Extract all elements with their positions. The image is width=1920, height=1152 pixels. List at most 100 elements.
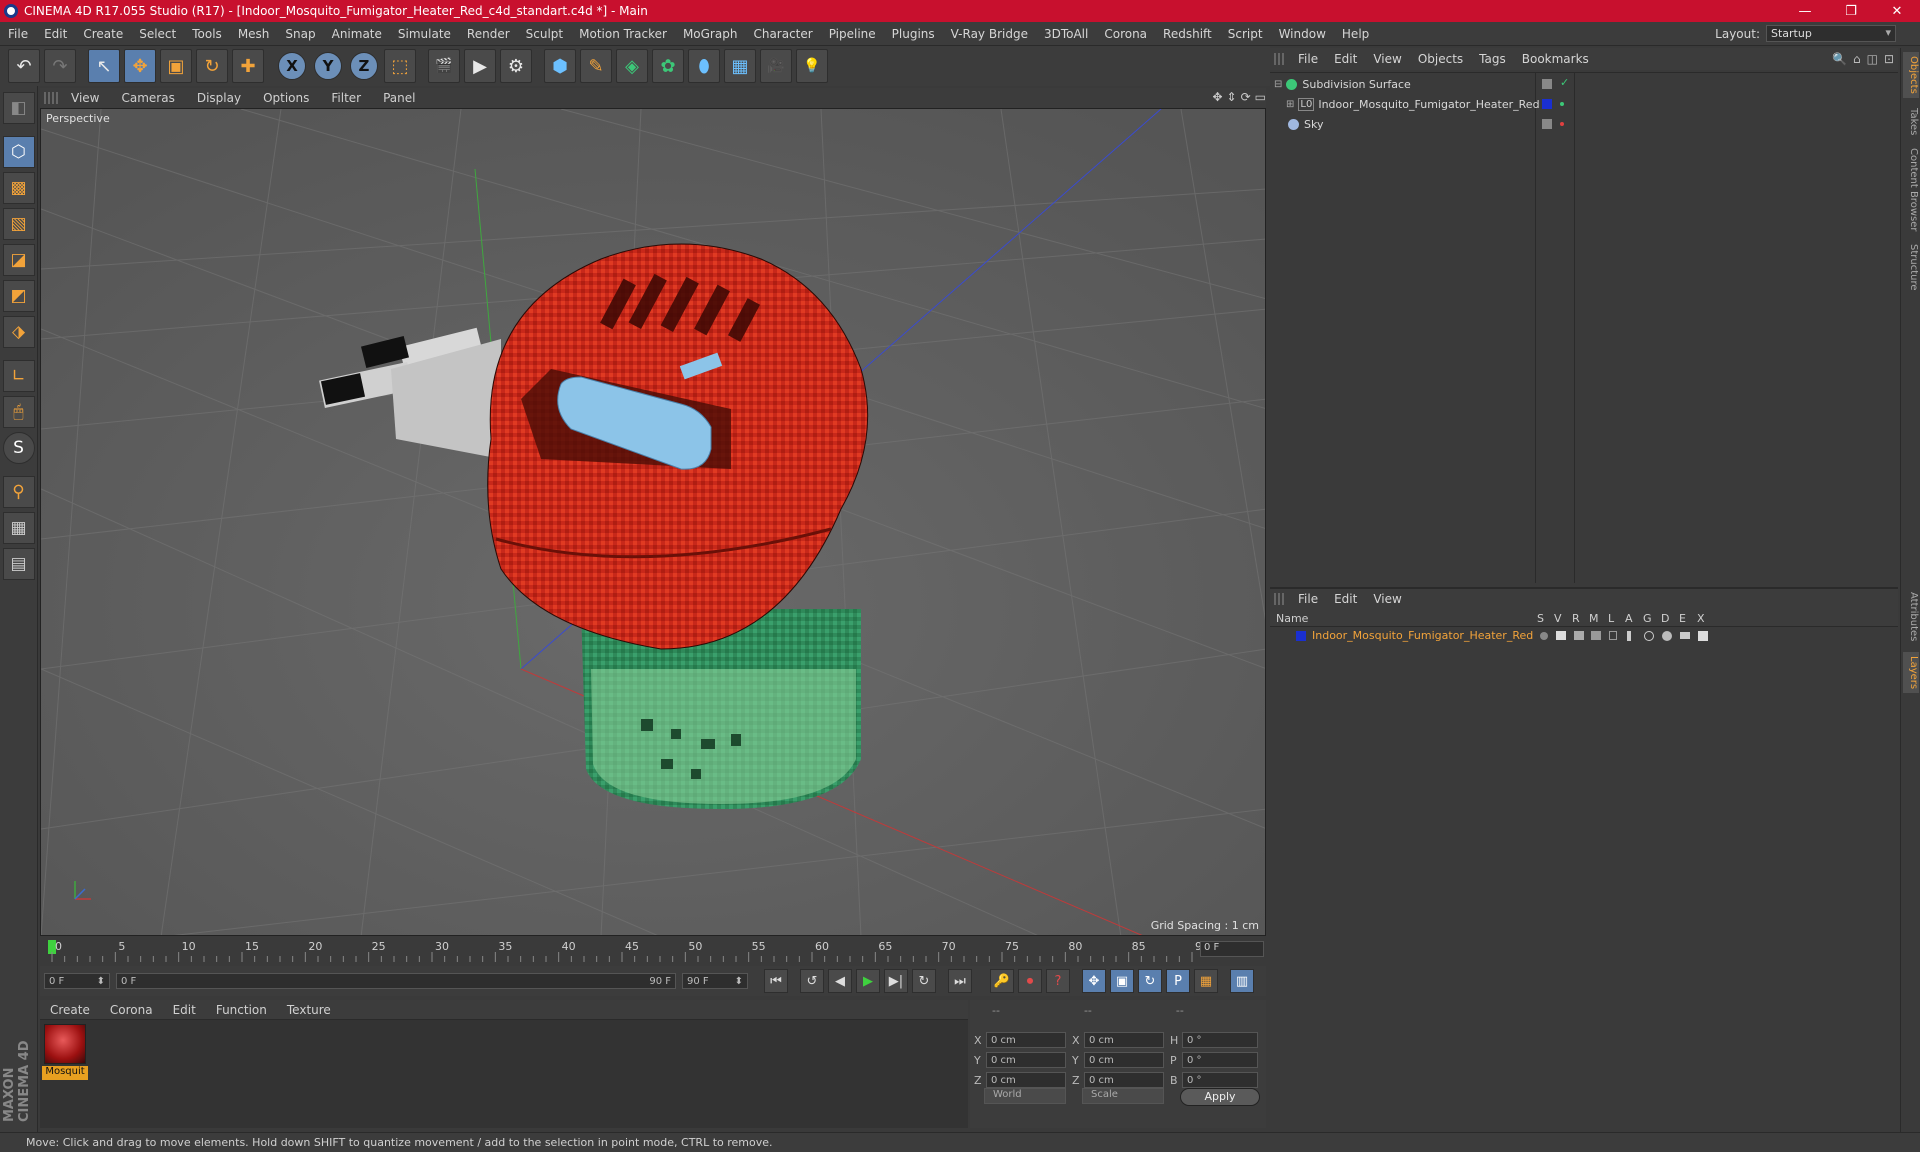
axis-mode-icon[interactable]: ∟	[2, 360, 35, 392]
toggle-view-icon[interactable]: ▭	[1255, 90, 1266, 104]
next-key-icon[interactable]: ↻	[912, 969, 936, 993]
expressions-toggle-icon[interactable]	[1680, 632, 1690, 639]
enabled-dot-icon[interactable]	[1560, 102, 1564, 106]
tab-content-browser[interactable]: Content Browser	[1903, 144, 1919, 235]
record-keys-icon[interactable]: ⏺	[1018, 969, 1042, 993]
menu-mograph[interactable]: MoGraph	[675, 27, 746, 41]
tab-objects[interactable]: Objects	[1903, 52, 1919, 98]
position-x-field[interactable]: 0 cm	[986, 1032, 1066, 1048]
light-icon[interactable]: 💡	[796, 49, 828, 83]
view-toggle-icon[interactable]	[1556, 631, 1566, 640]
floor-icon[interactable]: ▦	[724, 49, 756, 83]
layer-color-icon[interactable]	[1542, 99, 1552, 109]
collapse-icon[interactable]: ⊟	[1274, 79, 1282, 90]
move-tool-icon[interactable]: ✥	[124, 49, 156, 83]
viewport-menu-filter[interactable]: Filter	[320, 91, 372, 105]
menu-corona[interactable]: Corona	[1096, 27, 1155, 41]
end-frame-field[interactable]: 90 F ⬍	[682, 973, 748, 989]
cube-primitive-icon[interactable]: ⬢	[544, 49, 576, 83]
search-icon[interactable]: 🔍	[1832, 52, 1847, 66]
key-scale-icon[interactable]: ▣	[1110, 969, 1134, 993]
viewport-grip[interactable]	[44, 92, 60, 104]
size-x-field[interactable]: 0 cm	[1084, 1032, 1164, 1048]
om-menu-edit[interactable]: Edit	[1326, 52, 1365, 66]
om-menu-file[interactable]: File	[1290, 52, 1326, 66]
menu-animate[interactable]: Animate	[324, 27, 390, 41]
size-y-field[interactable]: 0 cm	[1084, 1052, 1164, 1068]
menu-mesh[interactable]: Mesh	[230, 27, 278, 41]
menu-file[interactable]: File	[0, 27, 36, 41]
menu-help[interactable]: Help	[1334, 27, 1377, 41]
render-to-picture-viewer-icon[interactable]: ▶	[464, 49, 496, 83]
render-toggle-icon[interactable]	[1574, 631, 1584, 640]
viewport-menu-view[interactable]: View	[60, 91, 110, 105]
render-view-icon[interactable]: 🎬	[428, 49, 460, 83]
y-axis-lock-button[interactable]: Y	[314, 52, 342, 80]
layout-dropdown[interactable]: Startup	[1766, 25, 1896, 42]
layer-color-swatch[interactable]	[1296, 631, 1306, 641]
points-mode-icon[interactable]: ◪	[2, 244, 35, 276]
apply-button[interactable]: Apply	[1180, 1088, 1260, 1106]
object-row-sky[interactable]: Sky	[1270, 115, 1898, 133]
planar-workplane-icon[interactable]: ▤	[2, 548, 35, 580]
position-y-field[interactable]: 0 cm	[986, 1052, 1066, 1068]
timeline-ruler[interactable]: 051015202530354045505560657075808590	[40, 938, 1266, 962]
enabled-check-icon[interactable]: ✓	[1560, 76, 1569, 89]
key-parameter-icon[interactable]: P	[1166, 969, 1190, 993]
disabled-dot-icon[interactable]	[1560, 122, 1564, 126]
menu-select[interactable]: Select	[131, 27, 184, 41]
recent-tools-icon[interactable]: ✚	[232, 49, 264, 83]
current-frame-field[interactable]: 0 F	[1200, 941, 1264, 957]
key-pla-icon[interactable]: ▦	[1194, 969, 1218, 993]
key-rotation-icon[interactable]: ↻	[1138, 969, 1162, 993]
object-row-subdivision-surface[interactable]: ⊟ Subdivision Surface ✓	[1270, 75, 1898, 93]
timeline-window-icon[interactable]: ▥	[1230, 969, 1254, 993]
autokey-icon[interactable]: ?	[1046, 969, 1070, 993]
undo-icon[interactable]: ↶	[8, 49, 40, 83]
menu-sculpt[interactable]: Sculpt	[518, 27, 571, 41]
menu-motion-tracker[interactable]: Motion Tracker	[571, 27, 675, 41]
dolly-icon[interactable]: ⇕	[1227, 90, 1237, 104]
material-menu-corona[interactable]: Corona	[100, 1003, 163, 1017]
material-thumbnail[interactable]	[44, 1024, 86, 1064]
pen-spline-icon[interactable]: ✎	[580, 49, 612, 83]
new-window-icon[interactable]: ◫	[1867, 52, 1878, 66]
subdivision-surface-icon[interactable]: ◈	[616, 49, 648, 83]
viewport-menu-cameras[interactable]: Cameras	[110, 91, 185, 105]
previous-frame-icon[interactable]: ◀	[828, 969, 852, 993]
edges-mode-icon[interactable]: ◩	[2, 280, 35, 312]
perspective-viewport[interactable]: Perspective Grid Spacing : 1 cm	[40, 108, 1266, 936]
menu-character[interactable]: Character	[745, 27, 820, 41]
deformers-toggle-icon[interactable]	[1662, 631, 1672, 641]
menu-vray-bridge[interactable]: V-Ray Bridge	[943, 27, 1036, 41]
next-frame-icon[interactable]: ▶|	[884, 969, 908, 993]
tab-layers[interactable]: Layers	[1903, 652, 1919, 694]
om-menu-view[interactable]: View	[1365, 52, 1409, 66]
model-mode-icon[interactable]: ⬡	[2, 136, 35, 168]
viewport-menu-panel[interactable]: Panel	[372, 91, 426, 105]
size-mode-dropdown[interactable]: Scale	[1082, 1088, 1164, 1104]
cloner-icon[interactable]: ✿	[652, 49, 684, 83]
polygons-mode-icon[interactable]: ⬗	[2, 316, 35, 348]
rotation-p-field[interactable]: 0 °	[1182, 1052, 1258, 1068]
xref-toggle-icon[interactable]	[1698, 631, 1708, 641]
material-menu-texture[interactable]: Texture	[277, 1003, 341, 1017]
workplane-mode-icon[interactable]: ▧	[2, 208, 35, 240]
motion-record-icon[interactable]: 🔑	[990, 969, 1014, 993]
camera-icon[interactable]: 🎥	[760, 49, 792, 83]
menu-pipeline[interactable]: Pipeline	[821, 27, 884, 41]
visibility-toggle-icon[interactable]	[1542, 119, 1552, 129]
rotation-h-field[interactable]: 0 °	[1182, 1032, 1258, 1048]
layer-name[interactable]: Indoor_Mosquito_Fumigator_Heater_Red	[1312, 629, 1533, 642]
menu-edit[interactable]: Edit	[36, 27, 75, 41]
start-frame-field[interactable]: 0 F ⬍	[44, 973, 110, 989]
scale-tool-icon[interactable]: ▣	[160, 49, 192, 83]
menu-script[interactable]: Script	[1220, 27, 1271, 41]
object-manager-grip[interactable]	[1274, 53, 1286, 65]
coordinate-system-icon[interactable]: ⬚	[384, 49, 416, 83]
pan-icon[interactable]: ✥	[1212, 90, 1222, 104]
home-icon[interactable]: ⌂	[1853, 52, 1861, 66]
om-menu-tags[interactable]: Tags	[1471, 52, 1514, 66]
viewport-menu-options[interactable]: Options	[252, 91, 320, 105]
size-z-field[interactable]: 0 cm	[1084, 1072, 1164, 1088]
